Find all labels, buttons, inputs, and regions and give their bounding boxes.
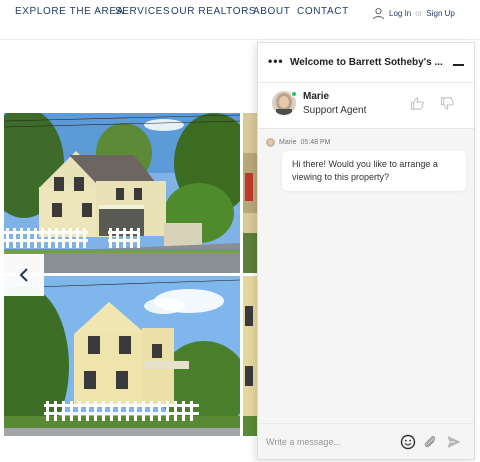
message-avatar [266,138,275,147]
message-bubble: Hi there! Would you like to arrange a vi… [282,151,466,192]
thumbs-up-icon[interactable] [410,96,425,111]
account-links: Log In or Sign Up [372,7,455,20]
chat-title: Welcome to Barrett Sotheby's ... [290,57,443,68]
more-options-icon[interactable]: ••• [268,54,284,68]
thumbs-down-icon[interactable] [440,96,455,111]
chat-widget: ••• Welcome to Barrett Sotheby's ... Mar… [257,42,475,460]
agent-info: Marie Support Agent [258,83,474,129]
message-input[interactable] [266,434,396,450]
gallery-prev-button[interactable] [4,254,44,296]
user-icon[interactable] [372,7,385,20]
property-photo-3[interactable] [4,276,240,436]
property-photo-1[interactable] [4,113,240,273]
minimize-icon[interactable] [453,64,464,66]
agent-name: Marie [303,91,330,102]
property-photo-4[interactable] [243,276,257,436]
account-separator: or [415,9,423,18]
signup-link[interactable]: Sign Up [426,9,454,18]
emoji-icon[interactable] [400,434,416,450]
nav-contact[interactable]: CONTACT [297,6,349,17]
nav-explore-the-area[interactable]: EXPLORE THE AREA [15,6,124,17]
login-link[interactable]: Log In [389,9,411,18]
property-photo-2[interactable] [243,113,257,273]
nav-services[interactable]: SERVICES [115,6,170,17]
message-time: 05:48 PM [300,139,331,146]
nav-about[interactable]: ABOUT [253,6,290,17]
prev-arrow-icon [19,268,28,282]
online-status-indicator [291,91,297,97]
chat-header: ••• Welcome to Barrett Sotheby's ... [258,43,474,83]
send-icon[interactable] [446,434,462,450]
attachment-icon[interactable] [422,434,438,450]
agent-role: Support Agent [303,105,367,116]
message-meta: Marie 05:48 PM [266,138,330,147]
nav-our-realtors[interactable]: OUR REALTORS [171,6,256,17]
message-composer [258,423,474,459]
top-navigation: EXPLORE THE AREA SERVICES OUR REALTORS A… [0,0,480,40]
message-sender: Marie [279,139,297,146]
